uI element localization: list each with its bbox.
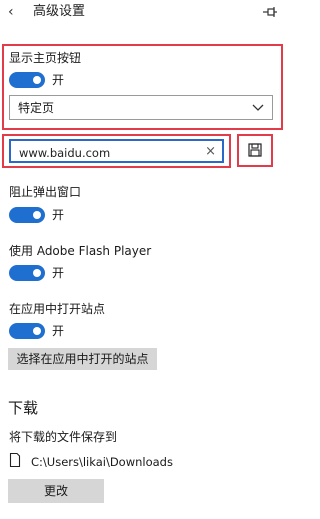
change-button[interactable]: 更改: [8, 479, 104, 503]
flash-label: 使用 Adobe Flash Player: [9, 244, 152, 258]
toggle-knob: [33, 76, 41, 84]
toggle-knob: [33, 327, 41, 335]
open-in-apps-toggle[interactable]: [9, 323, 45, 339]
home-page-select[interactable]: 特定页: [9, 95, 273, 120]
flash-toggle[interactable]: [9, 265, 45, 281]
downloads-heading: 下载: [8, 399, 39, 417]
home-button-toggle[interactable]: [9, 72, 45, 88]
download-path: C:\Users\likai\Downloads: [31, 455, 173, 469]
save-icon: [248, 143, 262, 157]
clear-icon[interactable]: ×: [205, 144, 216, 160]
chevron-down-icon: [252, 104, 264, 111]
downloads-location-label: 将下载的文件保存到: [9, 430, 118, 444]
open-in-apps-toggle-state: 开: [52, 324, 65, 338]
page-title: 高级设置: [33, 4, 86, 19]
home-page-select-value: 特定页: [18, 101, 55, 115]
file-icon: [9, 452, 21, 468]
home-url-value: www.baidu.com: [19, 146, 111, 160]
toggle-knob: [33, 269, 41, 277]
open-in-apps-label: 在应用中打开站点: [9, 302, 106, 316]
home-url-input[interactable]: www.baidu.com ×: [9, 139, 224, 163]
block-popups-toggle-state: 开: [52, 208, 65, 222]
toggle-knob: [33, 211, 41, 219]
back-icon[interactable]: ‹: [8, 4, 22, 20]
home-button-toggle-state: 开: [52, 73, 65, 87]
save-button[interactable]: [240, 137, 270, 164]
block-popups-label: 阻止弹出窗口: [9, 185, 82, 199]
pin-icon[interactable]: [262, 4, 278, 20]
choose-apps-button[interactable]: 选择在应用中打开的站点: [8, 348, 157, 370]
block-popups-toggle[interactable]: [9, 207, 45, 223]
flash-toggle-state: 开: [52, 266, 65, 280]
home-button-label: 显示主页按钮: [9, 51, 82, 65]
